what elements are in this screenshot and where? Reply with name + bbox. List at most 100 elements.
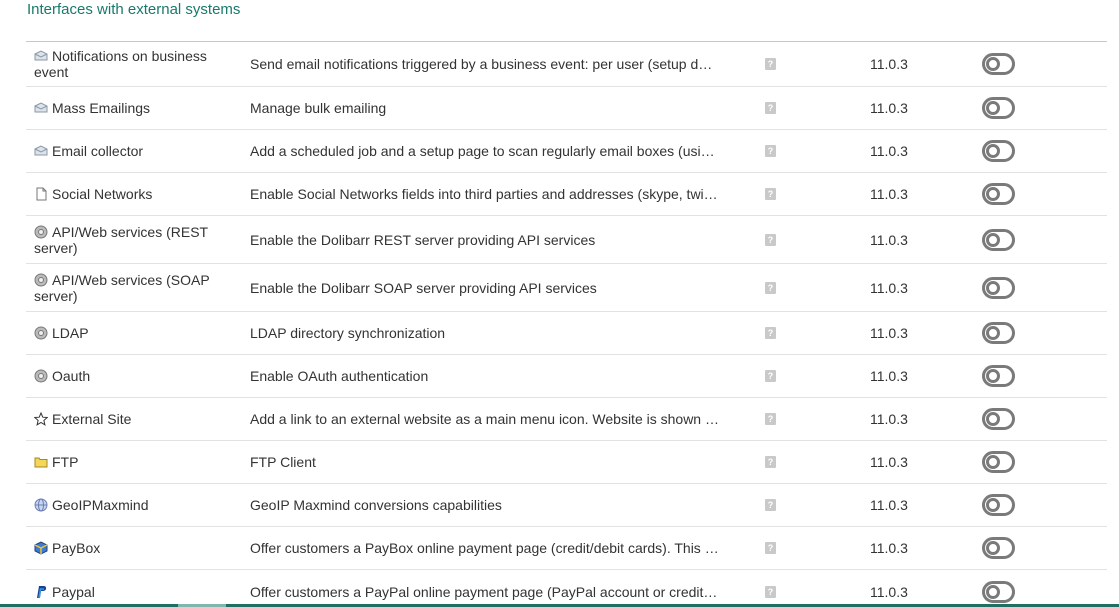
help-icon[interactable]: ? [765, 327, 776, 339]
module-toggle-cell [982, 173, 1018, 215]
toggle-off-icon[interactable] [982, 183, 1015, 205]
help-cell: ? [765, 441, 779, 483]
help-cell: ? [765, 216, 779, 263]
toggle-off-icon[interactable] [982, 140, 1015, 162]
help-icon[interactable]: ? [765, 413, 776, 425]
module-toggle-cell [982, 130, 1018, 172]
module-row-paybox: PayBox Offer customers a PayBox online p… [26, 527, 1107, 570]
module-name-cell: FTP [34, 441, 239, 483]
module-toggle-cell [982, 570, 1018, 607]
module-toggle-cell [982, 42, 1018, 86]
document-icon [34, 187, 48, 201]
star-icon [33, 411, 49, 426]
toggle-off-icon[interactable] [982, 322, 1015, 344]
module-name: GeoIPMaxmind [52, 497, 149, 513]
email-icon [34, 49, 48, 63]
module-name-cell: Paypal [34, 570, 239, 607]
help-icon[interactable]: ? [765, 102, 776, 114]
module-name: Email collector [52, 143, 144, 159]
module-row-geoip: GeoIPMaxmind GeoIP Maxmind conversions c… [26, 484, 1107, 527]
toggle-off-icon[interactable] [982, 408, 1015, 430]
modules-table: Notifications on business event Send ema… [26, 41, 1107, 607]
gear-icon [34, 369, 48, 383]
module-row-oauth: Oauth Enable OAuth authentication ? 11.0… [26, 355, 1107, 398]
toggle-off-icon[interactable] [982, 97, 1015, 119]
module-description: Manage bulk emailing [250, 100, 387, 116]
email-icon [34, 101, 48, 115]
module-name: PayBox [52, 540, 101, 556]
module-description: Offer customers a PayBox online payment … [250, 540, 719, 556]
module-description: Enable Social Networks fields into third… [250, 186, 720, 202]
module-description: Add a scheduled job and a setup page to … [250, 143, 715, 159]
module-name-cell: Notifications on business event [34, 42, 239, 86]
module-name-cell: Oauth [34, 355, 239, 397]
module-row-paypal: Paypal Offer customers a PayPal online p… [26, 570, 1107, 607]
module-name-cell: PayBox [34, 527, 239, 569]
help-cell: ? [765, 398, 779, 440]
module-name: Notifications on business event [34, 48, 207, 80]
module-version: 11.0.3 [870, 411, 908, 427]
module-name-cell: External Site [33, 398, 239, 440]
toggle-off-icon[interactable] [982, 53, 1015, 75]
paybox-icon [34, 541, 48, 555]
module-name: FTP [52, 454, 79, 470]
module-row-api-rest: API/Web services (REST server) Enable th… [26, 216, 1107, 264]
help-cell: ? [765, 312, 779, 354]
help-icon[interactable]: ? [765, 499, 776, 511]
toggle-off-icon[interactable] [982, 580, 1015, 603]
help-icon[interactable]: ? [765, 456, 776, 468]
module-name-cell: API/Web services (REST server) [34, 216, 239, 263]
module-description: Send email notifications triggered by a … [250, 56, 720, 72]
help-icon[interactable]: ? [765, 58, 776, 70]
module-row-ftp: FTP FTP Client ? 11.0.3 [26, 441, 1107, 484]
module-name-cell: GeoIPMaxmind [34, 484, 239, 526]
module-name: API/Web services (SOAP server) [34, 271, 210, 304]
module-toggle-cell [982, 87, 1018, 129]
module-name-cell: Social Networks [34, 173, 239, 215]
module-version: 11.0.3 [870, 325, 908, 341]
help-icon[interactable]: ? [765, 370, 776, 382]
module-name: Oauth [52, 368, 91, 384]
module-description: GeoIP Maxmind conversions capabilities [250, 497, 502, 513]
module-toggle-cell [982, 216, 1018, 263]
help-cell: ? [765, 87, 779, 129]
module-version: 11.0.3 [870, 231, 908, 248]
module-version: 11.0.3 [870, 497, 908, 513]
toggle-off-icon[interactable] [982, 276, 1015, 299]
module-row-ldap: LDAP LDAP directory synchronization ? 11… [26, 312, 1107, 355]
toggle-off-icon[interactable] [982, 451, 1015, 473]
module-toggle-cell [982, 441, 1018, 483]
module-name: API/Web services (REST server) [34, 223, 208, 256]
toggle-off-icon[interactable] [982, 494, 1015, 516]
module-version: 11.0.3 [870, 583, 908, 600]
toggle-off-icon[interactable] [982, 228, 1015, 251]
help-icon[interactable]: ? [765, 145, 776, 157]
toggle-off-icon[interactable] [982, 537, 1015, 559]
module-description: LDAP directory synchronization [250, 325, 446, 341]
module-version: 11.0.3 [870, 279, 908, 296]
module-row-mass-emailings: Mass Emailings Manage bulk emailing ? 11… [26, 87, 1107, 130]
module-version: 11.0.3 [870, 56, 908, 72]
help-icon[interactable]: ? [765, 233, 776, 246]
help-icon[interactable]: ? [765, 585, 776, 598]
module-description: FTP Client [250, 454, 316, 470]
help-cell: ? [765, 355, 779, 397]
module-version: 11.0.3 [870, 540, 908, 556]
module-name-cell: Email collector [34, 130, 239, 172]
module-version: 11.0.3 [870, 100, 908, 116]
module-name: LDAP [52, 325, 89, 341]
toggle-off-icon[interactable] [982, 365, 1015, 387]
help-icon[interactable]: ? [765, 542, 776, 554]
help-cell: ? [765, 484, 779, 526]
help-icon[interactable]: ? [765, 188, 776, 200]
module-version: 11.0.3 [870, 454, 908, 470]
module-name-cell: API/Web services (SOAP server) [34, 264, 239, 311]
module-name: Social Networks [52, 186, 153, 202]
module-description: Add a link to an external website as a m… [250, 411, 719, 427]
help-icon[interactable]: ? [765, 281, 776, 294]
module-name: Mass Emailings [52, 100, 151, 116]
section-title: Interfaces with external systems [27, 1, 241, 18]
globe-icon [34, 498, 48, 512]
help-cell: ? [765, 264, 779, 311]
help-cell: ? [765, 42, 779, 86]
